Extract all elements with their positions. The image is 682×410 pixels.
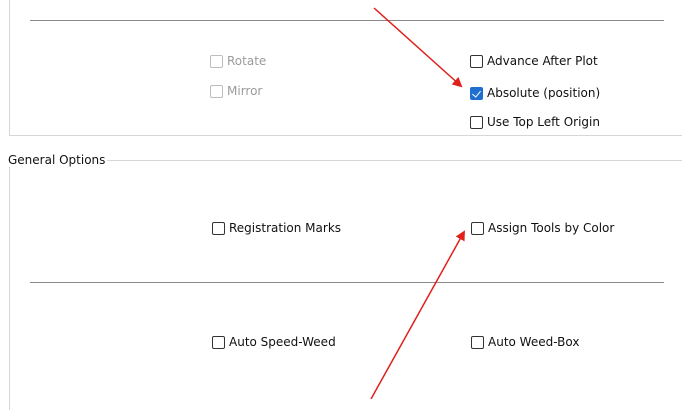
assign-tools-by-color-option[interactable]: Assign Tools by Color: [471, 220, 614, 236]
assign-tools-by-color-checkbox[interactable]: [471, 221, 484, 235]
registration-marks-option[interactable]: Registration Marks: [212, 220, 341, 236]
auto-speed-weed-option[interactable]: Auto Speed-Weed: [212, 334, 336, 350]
upper-separator: [30, 20, 664, 21]
use-top-left-origin-option[interactable]: Use Top Left Origin: [470, 114, 600, 130]
auto-speed-weed-label: Auto Speed-Weed: [229, 335, 336, 349]
mirror-label: Mirror: [227, 84, 263, 98]
absolute-position-checkbox[interactable]: [470, 86, 483, 100]
assign-tools-by-color-label: Assign Tools by Color: [488, 221, 615, 235]
auto-speed-weed-checkbox[interactable]: [212, 335, 225, 349]
use-top-left-origin-label: Use Top Left Origin: [487, 115, 600, 129]
registration-marks-checkbox[interactable]: [212, 221, 225, 235]
absolute-position-label: Absolute (position): [487, 86, 601, 100]
rotate-option: Rotate: [210, 53, 266, 69]
advance-after-plot-option[interactable]: Advance After Plot: [470, 53, 598, 69]
mirror-checkbox: [210, 84, 223, 98]
auto-weed-box-checkbox[interactable]: [471, 335, 484, 349]
auto-weed-box-label: Auto Weed-Box: [488, 335, 580, 349]
advance-after-plot-label: Advance After Plot: [487, 54, 598, 68]
mirror-option: Mirror: [210, 83, 262, 99]
use-top-left-origin-checkbox[interactable]: [470, 115, 483, 129]
general-options-group: [9, 160, 682, 410]
general-options-title: General Options: [6, 153, 108, 167]
registration-marks-label: Registration Marks: [229, 221, 342, 235]
rotate-checkbox: [210, 54, 223, 68]
plot-options-panel: Rotate Mirror Advance After Plot Absolut…: [0, 0, 682, 410]
absolute-position-option[interactable]: Absolute (position): [470, 85, 600, 101]
rotate-label: Rotate: [227, 54, 267, 68]
auto-weed-box-option[interactable]: Auto Weed-Box: [471, 334, 579, 350]
general-separator: [30, 282, 664, 283]
advance-after-plot-checkbox[interactable]: [470, 54, 483, 68]
